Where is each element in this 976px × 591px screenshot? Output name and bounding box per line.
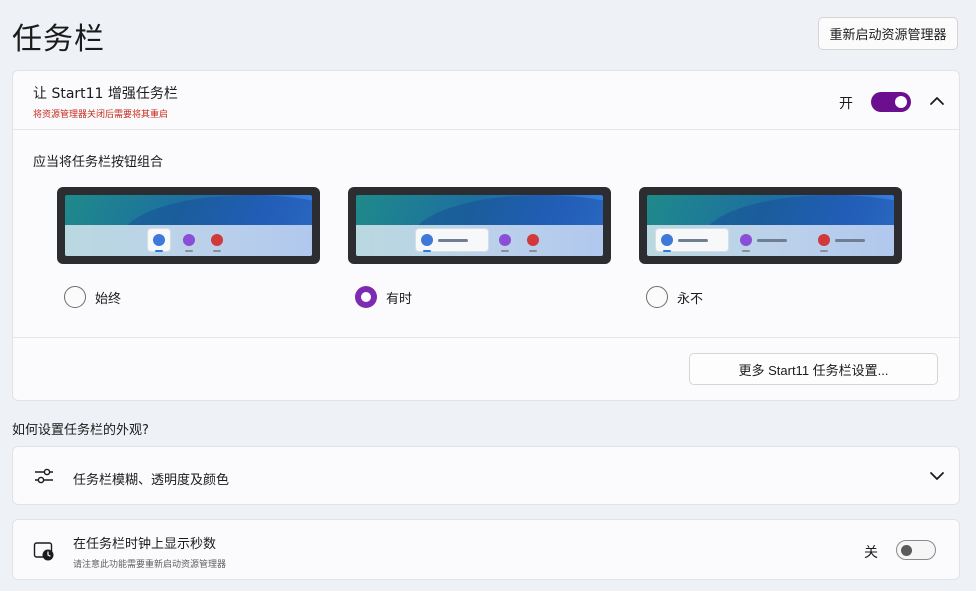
radio-never-circle[interactable] xyxy=(646,286,668,308)
enhance-taskbar-card: 让 Start11 增强任务栏 将资源管理器关闭后需要将其重启 开 应当将任务栏… xyxy=(12,70,960,401)
page-title: 任务栏 xyxy=(12,22,105,57)
enhance-taskbar-header[interactable]: 让 Start11 增强任务栏 将资源管理器关闭后需要将其重启 开 xyxy=(13,71,959,130)
enhance-toggle-label: 开 xyxy=(839,96,853,112)
radio-never-label: 永不 xyxy=(677,291,704,307)
radio-sometimes-label: 有时 xyxy=(386,291,413,307)
preview-sometimes[interactable] xyxy=(348,187,611,264)
radio-always[interactable]: 始终 xyxy=(64,286,121,308)
divider xyxy=(13,337,959,338)
clock-seconds-toggle[interactable] xyxy=(896,540,936,560)
clock-icon xyxy=(33,542,54,561)
enhance-taskbar-toggle[interactable] xyxy=(871,92,911,112)
group-buttons-label: 应当将任务栏按钮组合 xyxy=(33,155,164,170)
chevron-up-icon[interactable] xyxy=(928,92,946,110)
preview-never[interactable] xyxy=(639,187,902,264)
appearance-question: 如何设置任务栏的外观? xyxy=(12,423,149,438)
blur-transparency-row[interactable]: 任务栏模糊、透明度及颜色 xyxy=(12,446,960,505)
clock-seconds-title: 在任务栏时钟上显示秒数 xyxy=(73,537,217,552)
radio-sometimes[interactable]: 有时 xyxy=(355,286,412,308)
radio-always-label: 始终 xyxy=(95,291,122,307)
preview-always[interactable] xyxy=(57,187,320,264)
restart-warning: 将资源管理器关闭后需要将其重启 xyxy=(33,110,169,120)
clock-seconds-row: 在任务栏时钟上显示秒数 请注意此功能需要重新启动资源管理器 关 xyxy=(12,519,960,580)
more-taskbar-settings-button[interactable]: 更多 Start11 任务栏设置... xyxy=(689,353,938,385)
radio-always-circle[interactable] xyxy=(64,286,86,308)
enhance-taskbar-title: 让 Start11 增强任务栏 xyxy=(33,86,178,102)
clock-seconds-subtitle: 请注意此功能需要重新启动资源管理器 xyxy=(73,560,227,570)
clock-toggle-label: 关 xyxy=(864,545,878,561)
radio-never[interactable]: 永不 xyxy=(646,286,703,308)
sliders-icon xyxy=(35,468,53,484)
radio-sometimes-circle[interactable] xyxy=(355,286,377,308)
blur-transparency-title: 任务栏模糊、透明度及颜色 xyxy=(73,473,230,488)
restart-explorer-button[interactable]: 重新启动资源管理器 xyxy=(818,17,958,50)
chevron-down-icon[interactable] xyxy=(928,467,946,485)
